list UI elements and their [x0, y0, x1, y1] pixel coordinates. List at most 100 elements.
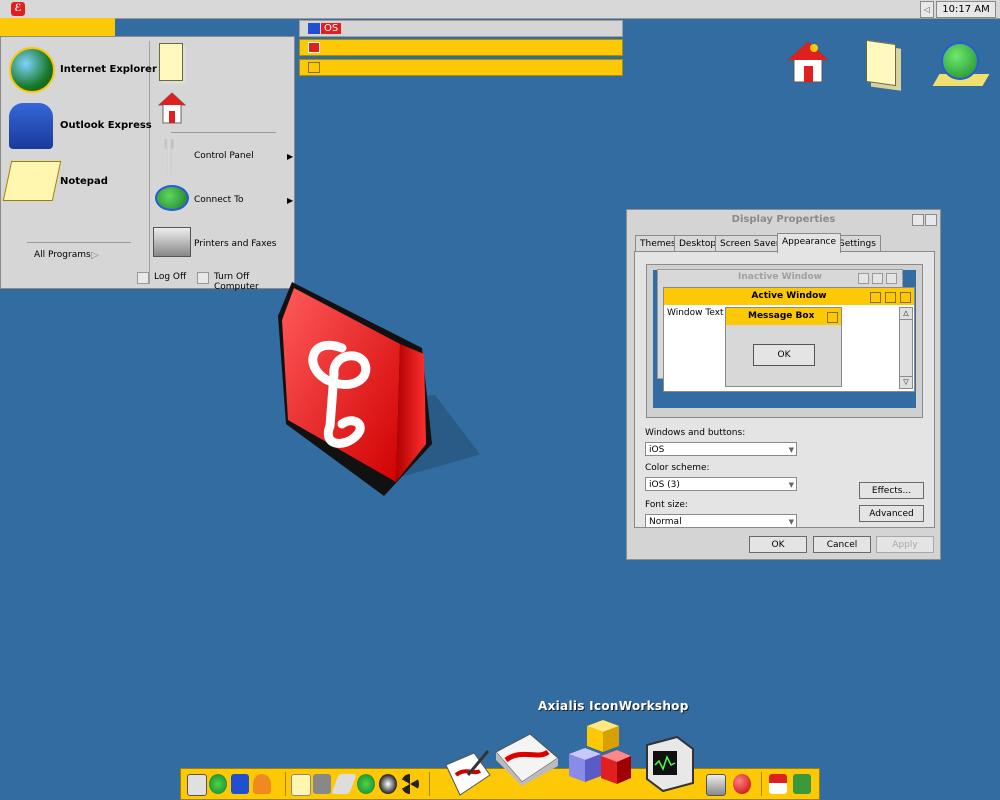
ok-button[interactable]: OK — [749, 536, 807, 553]
all-programs[interactable]: All Programs — [34, 250, 91, 260]
globe-network-icon[interactable] — [155, 185, 189, 211]
divider — [761, 772, 762, 796]
close-icon[interactable] — [925, 214, 937, 226]
lightning-icon[interactable] — [331, 774, 357, 794]
window-icon — [308, 23, 320, 34]
cubes-icon[interactable] — [565, 720, 635, 790]
printer-icon[interactable] — [706, 774, 726, 796]
power-icon[interactable] — [197, 272, 209, 284]
printer-icon[interactable] — [153, 227, 191, 257]
paint-icon[interactable] — [440, 745, 495, 800]
os-logo-icon — [278, 282, 432, 496]
apply-button[interactable]: Apply — [876, 536, 934, 553]
document-icon[interactable] — [187, 774, 207, 796]
font-size-label: Font size: — [645, 500, 688, 510]
eye-icon[interactable] — [379, 774, 397, 794]
notepad-icon[interactable] — [2, 161, 62, 201]
mailbox-icon[interactable] — [231, 774, 249, 794]
iconworkshop-icon[interactable] — [492, 730, 562, 790]
scroll-down-icon: ▽ — [900, 376, 912, 388]
divider — [149, 41, 150, 284]
menu-item-outlook-express[interactable]: Outlook Express — [60, 120, 152, 131]
window-text: Window Text — [667, 308, 724, 318]
windows-buttons-label: Windows and buttons: — [645, 428, 746, 438]
record-icon[interactable] — [733, 774, 751, 794]
message-box-ok: OK — [753, 344, 815, 366]
window-button-icon — [900, 292, 911, 303]
minimize-icon[interactable] — [912, 214, 924, 226]
window-button-icon — [886, 273, 897, 284]
documents-folder-icon[interactable] — [866, 39, 896, 87]
divider — [285, 772, 286, 796]
task-button-3[interactable] — [299, 59, 623, 76]
menu-item-notepad[interactable]: Notepad — [60, 176, 108, 187]
window-button-icon — [885, 292, 896, 303]
menu-item-internet-explorer[interactable]: Internet Explorer — [60, 64, 157, 75]
windows-buttons-select[interactable]: iOS ▼ — [645, 442, 797, 456]
message-box-title: Message Box — [726, 308, 841, 325]
chevron-right-icon: ▶ — [287, 196, 294, 205]
clock[interactable]: 10:17 AM — [936, 1, 996, 18]
globe-icon[interactable] — [209, 774, 227, 794]
os-logo-icon[interactable]: ℰ — [11, 2, 25, 16]
wrench-icon[interactable] — [313, 774, 331, 794]
color-scheme-value: iOS (3) — [649, 480, 680, 490]
font-size-select[interactable]: Normal ▼ — [645, 514, 797, 528]
recycle-bin-icon[interactable] — [793, 774, 811, 794]
divider — [27, 242, 131, 243]
scrollbar: △ ▽ — [899, 307, 913, 389]
window-button-icon — [827, 312, 838, 323]
task-label: OS — [321, 23, 342, 34]
os-logo-icon — [308, 42, 320, 53]
chevron-down-icon: ▼ — [788, 518, 794, 526]
tray-expand-icon[interactable]: ◁ — [920, 1, 934, 18]
radiation-icon[interactable] — [401, 774, 419, 794]
effects-button[interactable]: Effects... — [859, 482, 924, 499]
display-properties-dialog: Display Properties Themes Desktop Screen… — [626, 209, 941, 560]
chevron-right-icon: ▷ — [91, 250, 99, 261]
advanced-button[interactable]: Advanced — [859, 505, 924, 522]
home-icon[interactable] — [786, 38, 830, 86]
window-button-icon — [870, 292, 881, 303]
appearance-panel: Inactive Window Active Window Window Tex… — [634, 251, 935, 528]
windows-buttons-value: iOS — [649, 445, 665, 455]
globe-network-icon[interactable] — [357, 774, 375, 794]
menu-item-connect-to[interactable]: Connect To — [194, 195, 244, 205]
chevron-right-icon: ▶ — [287, 152, 294, 161]
top-menu-bar: ℰ ◁ 10:17 AM — [0, 0, 1000, 19]
divider — [171, 132, 276, 133]
color-scheme-label: Color scheme: — [645, 463, 710, 473]
color-scheme-select[interactable]: iOS (3) ▼ — [645, 477, 797, 491]
wrench-icon[interactable] — [164, 139, 174, 175]
documents-folder-icon[interactable] — [159, 43, 183, 81]
home-icon[interactable] — [769, 774, 787, 794]
tab-screen-saver[interactable]: Screen Saver — [715, 235, 785, 252]
users-icon[interactable] — [253, 774, 271, 794]
chevron-down-icon: ▼ — [788, 481, 794, 489]
monitor-icon[interactable] — [643, 735, 698, 793]
globe-icon[interactable] — [941, 42, 979, 80]
start-menu: Internet Explorer Outlook Express Notepa… — [0, 36, 295, 292]
menu-item-printers-faxes[interactable]: Printers and Faxes — [194, 239, 276, 249]
message-box-preview: Message Box OK — [725, 307, 842, 387]
scroll-up-icon: △ — [900, 308, 912, 320]
divider — [429, 772, 430, 796]
cancel-button[interactable]: Cancel — [813, 536, 871, 553]
yellow-window-icon — [308, 62, 320, 73]
task-button-os[interactable]: OS — [299, 20, 623, 37]
window-button-icon — [858, 273, 869, 284]
log-off-button[interactable]: Log Off — [154, 272, 186, 282]
window-button-icon — [872, 273, 883, 284]
task-button-2[interactable] — [299, 39, 623, 56]
home-icon[interactable] — [157, 91, 187, 125]
globe-surfer-icon[interactable] — [9, 47, 55, 93]
tab-appearance[interactable]: Appearance — [777, 233, 842, 253]
mailbox-icon[interactable] — [9, 103, 53, 149]
dialog-title: Display Properties — [731, 214, 836, 225]
start-button[interactable] — [0, 18, 115, 36]
menu-item-control-panel[interactable]: Control Panel — [194, 151, 254, 161]
chevron-down-icon: ▼ — [788, 446, 794, 454]
dock-tooltip: Axialis IconWorkshop — [538, 699, 689, 713]
notepad-icon[interactable] — [291, 774, 311, 796]
log-off-icon[interactable] — [137, 272, 149, 284]
